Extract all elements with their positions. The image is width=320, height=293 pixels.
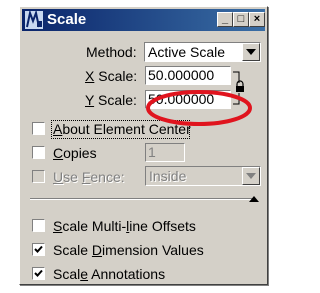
close-icon: ×: [253, 13, 261, 25]
x-scale-value: 50.000000: [148, 67, 215, 83]
chevron-down-icon[interactable]: [242, 167, 260, 185]
scale-multiline-offsets-text-2: ine Offsets: [129, 218, 196, 234]
separator: [30, 198, 253, 200]
x-scale-label-text: Scale:: [94, 68, 138, 84]
copies-value: 1: [148, 144, 156, 160]
scale-multiline-offsets-text-1: cale Multi-: [62, 218, 127, 234]
maximize-icon: □: [237, 13, 245, 25]
method-dropdown[interactable]: Active Scale: [144, 42, 261, 62]
scale-dialog: Scale _ □ × Method: Active Scale X Scale…: [19, 6, 268, 285]
scale-multiline-offsets-mnemonic: S: [53, 218, 63, 234]
x-scale-label: X Scale:: [85, 68, 137, 84]
method-label: Method:: [86, 44, 137, 60]
close-button[interactable]: ×: [249, 12, 265, 27]
scale-multiline-offsets-checkbox[interactable]: [32, 219, 45, 232]
y-scale-label: Y Scale:: [85, 92, 137, 108]
scale-annotations-mnemonic: e: [80, 266, 89, 282]
copies-label[interactable]: Copies: [53, 145, 97, 161]
copies-mnemonic: C: [53, 145, 64, 161]
collapse-up-arrow-icon[interactable]: [249, 196, 259, 202]
microstation-scale-icon: [25, 11, 43, 29]
about-element-center-mnemonic: A: [53, 121, 63, 137]
y-scale-label-mnemonic: Y: [85, 92, 95, 108]
use-fence-dropdown[interactable]: Inside: [145, 166, 261, 186]
minimize-button[interactable]: _: [217, 12, 233, 27]
scale-dimension-values-text-1: Scale: [53, 242, 92, 258]
chevron-down-icon[interactable]: [242, 43, 260, 61]
minimize-icon: _: [221, 13, 229, 25]
scale-annotations-text-1: Scal: [53, 266, 81, 282]
y-scale-label-text: Scale:: [94, 92, 137, 108]
x-scale-label-mnemonic: X: [85, 68, 95, 84]
copies-text: opies: [63, 145, 97, 161]
method-value: Active Scale: [148, 44, 226, 60]
checkmark-icon: [34, 245, 43, 253]
about-element-center-checkbox[interactable]: [32, 122, 45, 135]
maximize-button[interactable]: □: [233, 12, 249, 27]
copies-input[interactable]: 1: [145, 143, 185, 162]
scale-dimension-values-text-2: imension Values: [102, 242, 204, 258]
scale-annotations-checkbox[interactable]: [32, 267, 45, 280]
title-bar[interactable]: Scale _ □ ×: [22, 9, 265, 31]
use-fence-text-2: ence:: [90, 169, 125, 185]
scale-dimension-values-mnemonic: D: [91, 242, 103, 258]
scale-multiline-offsets-label[interactable]: Scale Multi-line Offsets: [53, 218, 196, 234]
checkmark-icon: [34, 269, 43, 277]
scale-annotations-text-2: Annotations: [88, 266, 166, 282]
scale-dimension-values-label[interactable]: Scale Dimension Values: [53, 242, 204, 258]
use-fence-checkbox[interactable]: [32, 170, 45, 183]
window-title: Scale: [47, 11, 87, 28]
use-fence-label[interactable]: Use Fence:: [53, 169, 125, 185]
highlight-annotation: [146, 90, 252, 126]
scale-dimension-values-checkbox[interactable]: [32, 243, 45, 256]
use-fence-value: Inside: [149, 168, 187, 184]
use-fence-mnemonic: U: [53, 169, 64, 185]
x-scale-input[interactable]: 50.000000: [145, 66, 231, 85]
copies-checkbox[interactable]: [32, 146, 45, 159]
scale-annotations-label[interactable]: Scale Annotations: [53, 266, 165, 282]
use-fence-text-1: se: [63, 169, 82, 185]
